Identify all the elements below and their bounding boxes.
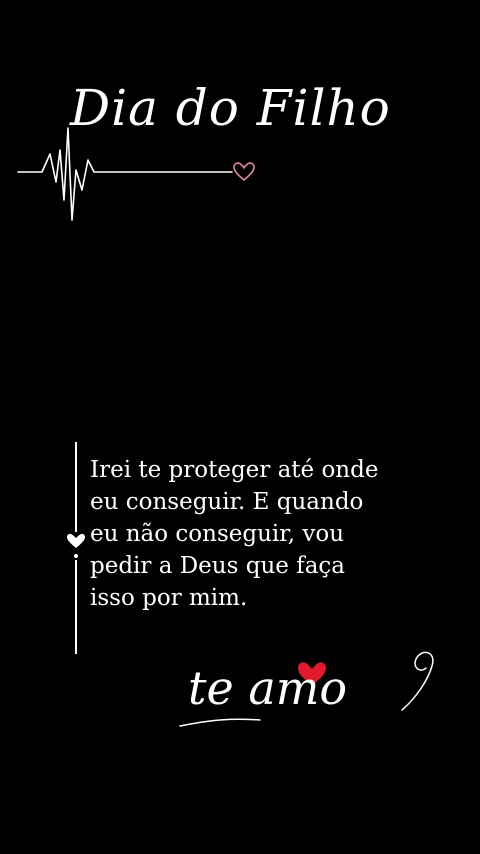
quote-line: pedir a Deus que faça (90, 553, 345, 579)
quote-line: Irei te proteger até onde (90, 457, 379, 483)
heartbeat-line-icon (17, 127, 255, 221)
quote-line: eu não conseguir, vou (90, 521, 345, 547)
quote-line: eu conseguir. E quando (90, 489, 364, 515)
heart-outline-icon (233, 162, 255, 182)
signature: te amo (170, 640, 450, 740)
quote-line: isso por mim. (90, 585, 248, 611)
quote-block: Irei te proteger até onde eu conseguir. … (60, 440, 420, 660)
signature-text: te amo (188, 661, 348, 715)
quote-text: Irei te proteger até onde eu conseguir. … (90, 454, 410, 614)
heart-icon (67, 533, 85, 548)
greeting-card: Dia do Filho Irei te proteger até onde e… (0, 0, 480, 854)
